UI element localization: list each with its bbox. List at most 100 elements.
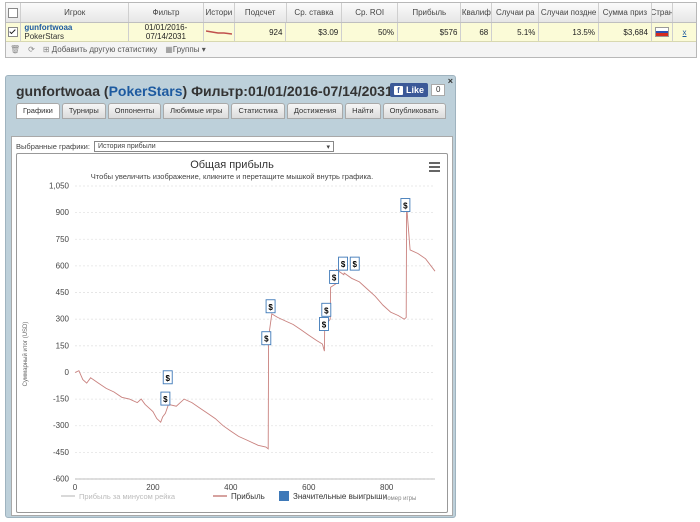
big-win-dollar-icon: $ [341, 260, 346, 269]
sparkline-graph [205, 30, 232, 35]
big-win-dollar-icon: $ [353, 260, 358, 269]
header-history[interactable]: Истори [204, 3, 235, 22]
select-all-checkbox[interactable] [8, 7, 19, 18]
history-sparkline[interactable] [204, 23, 235, 41]
facebook-icon: f [394, 85, 403, 95]
table-toolbar: 🗑 ⟳ ⊞ Добавить другую статистику ▦Группы… [6, 42, 696, 57]
y-axis-label: Суммарный итог (USD) [22, 322, 29, 387]
x-tick-label: 200 [146, 483, 160, 492]
table-row[interactable]: gunfortwoaa PokerStars 01/01/2016- 07/14… [6, 23, 696, 42]
y-tick-label: -150 [53, 395, 70, 404]
refresh-icon[interactable]: ⟳ [28, 45, 35, 54]
y-tick-label: -600 [53, 475, 70, 484]
filter-line2: 07/14/2031 [145, 32, 186, 41]
tab-statistics[interactable]: Статистика [231, 103, 285, 119]
header-country[interactable]: Стран [652, 3, 673, 22]
x-tick-label: 600 [302, 483, 316, 492]
chart-selector-label: Выбранные графики: [16, 142, 90, 151]
big-win-dollar-icon: $ [322, 321, 327, 330]
header-avg-stake[interactable]: Ср. ставка [287, 3, 343, 22]
player-cell[interactable]: gunfortwoaa PokerStars [21, 23, 130, 41]
groups-icon: ▦ [165, 45, 173, 54]
avg-stake-value: $3.09 [286, 23, 343, 41]
panel-filter: Фильтр:01/01/2016-07/14/2031 [191, 83, 393, 99]
header-count[interactable]: Подсчет [235, 3, 287, 22]
x-tick-label: 0 [73, 483, 78, 492]
y-tick-label: -300 [53, 421, 70, 430]
facebook-like[interactable]: f Like 0 [390, 83, 446, 97]
x-axis-label: Номер игры [383, 496, 416, 502]
trash-icon[interactable]: 🗑 [10, 45, 20, 54]
big-win-dollar-icon: $ [332, 273, 337, 282]
table-header: Игрок Фильтр Истори Подсчет Ср. ставка С… [6, 3, 696, 23]
groups-label: Группы [172, 45, 200, 54]
russia-flag-icon [654, 27, 669, 37]
row-checkbox-cell[interactable] [6, 23, 22, 41]
header-filter[interactable]: Фильтр [129, 3, 204, 22]
chevron-down-icon: ▾ [326, 143, 330, 151]
y-tick-label: -450 [53, 448, 70, 457]
player-panel: × gunfortwoaa (PokerStars) Фильтр:01/01/… [5, 75, 456, 518]
close-panel-button[interactable]: × [448, 76, 453, 86]
legend-profit-label: Прибыль [231, 492, 265, 501]
remove-row-button[interactable]: x [673, 23, 696, 41]
header-player[interactable]: Игрок [21, 3, 129, 22]
header-late[interactable]: Случаи поздне [539, 3, 599, 22]
add-stat-icon: ⊞ [42, 45, 50, 54]
y-tick-label: 0 [65, 368, 70, 377]
y-tick-label: 600 [56, 261, 70, 270]
big-win-dollar-icon: $ [268, 303, 273, 312]
tab-charts[interactable]: Графики [16, 103, 60, 119]
count-value: 924 [235, 23, 287, 41]
add-stat-label: Добавить другую статистику [51, 45, 158, 54]
tab-achievements[interactable]: Достижения [286, 103, 344, 119]
big-win-dollar-icon: $ [166, 374, 171, 383]
player-name-link[interactable]: gunfortwoaa [24, 23, 72, 32]
y-tick-label: 1,050 [49, 182, 70, 191]
country-flag-cell [652, 23, 674, 41]
header-avg-roi[interactable]: Ср. ROI [342, 3, 399, 22]
legend-rake-label: Прибыль за минусом рейка [79, 492, 176, 501]
header-profit[interactable]: Прибыль [398, 3, 462, 22]
panel-tabs: Графики Турниры Оппоненты Любимые игры С… [16, 103, 446, 119]
y-tick-label: 150 [56, 341, 70, 350]
facebook-like-count: 0 [431, 84, 446, 96]
big-win-dollar-icon: $ [403, 202, 408, 211]
prize-sum-value: $3,684 [599, 23, 652, 41]
late-value: 13.5% [539, 23, 599, 41]
chart-title: Общая прибыль [190, 159, 274, 171]
profit-chart[interactable]: Общая прибыль Чтобы увеличить изображени… [16, 153, 448, 513]
x-tick-label: 800 [380, 483, 394, 492]
panel-player-name: gunfortwoaa [16, 83, 100, 99]
chevron-down-icon: ▾ [199, 45, 206, 54]
profit-chart-svg[interactable]: Общая прибыль Чтобы увеличить изображени… [17, 154, 447, 512]
tab-find[interactable]: Найти [345, 103, 381, 119]
tab-favorite-games[interactable]: Любимые игры [163, 103, 230, 119]
facebook-like-button[interactable]: f Like [390, 83, 429, 97]
header-remove [673, 3, 696, 22]
avg-roi-value: 50% [342, 23, 398, 41]
x-tick-label: 400 [224, 483, 238, 492]
stats-table: Игрок Фильтр Истори Подсчет Ср. ставка С… [5, 2, 697, 58]
add-stat-button[interactable]: ⊞ Добавить другую статистику [43, 45, 157, 54]
header-checkbox-cell[interactable] [6, 3, 22, 22]
header-early[interactable]: Случаи ра [492, 3, 540, 22]
facebook-like-label: Like [406, 85, 425, 95]
tab-opponents[interactable]: Оппоненты [107, 103, 162, 119]
header-prize-sum[interactable]: Сумма приз [599, 3, 652, 22]
y-tick-label: 750 [56, 235, 70, 244]
tab-tournaments[interactable]: Турниры [61, 103, 106, 119]
filter-cell: 01/01/2016- 07/14/2031 [129, 23, 204, 41]
panel-site-link[interactable]: PokerStars [109, 83, 183, 99]
big-win-dollar-icon: $ [264, 335, 269, 344]
tab-publish[interactable]: Опубликовать [382, 103, 446, 119]
profit-value: $576 [398, 23, 462, 41]
legend-bigwins-label: Значительные выигрыши [293, 492, 387, 501]
header-qualif[interactable]: Квалиф [461, 3, 493, 22]
y-tick-label: 900 [56, 208, 70, 217]
chart-selector-dropdown[interactable]: История прибыли ▾ [93, 141, 334, 152]
chart-selector-value: История прибыли [97, 143, 156, 150]
early-value: 5.1% [492, 23, 540, 41]
row-checkbox[interactable] [8, 27, 19, 37]
groups-dropdown[interactable]: ▦Группы ▾ [165, 45, 205, 54]
